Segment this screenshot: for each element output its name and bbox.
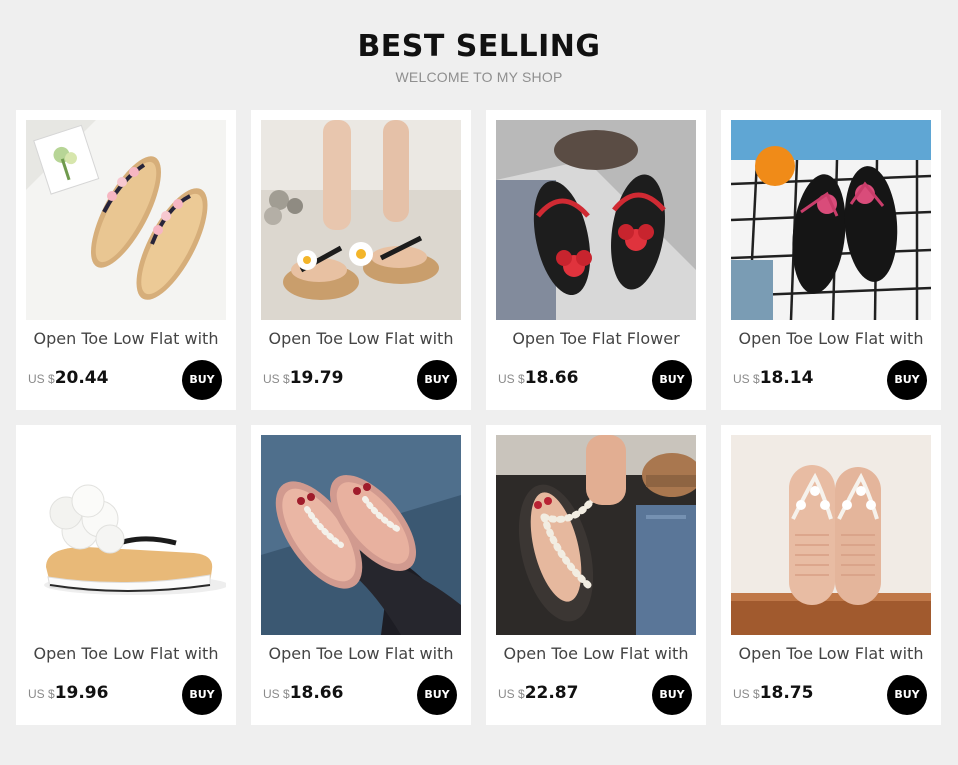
product-name[interactable]: Open Toe Low Flat with <box>721 329 941 348</box>
product-card[interactable]: Open Toe Low Flat with US $18.75 BUY <box>721 425 941 725</box>
buy-button[interactable]: BUY <box>887 675 927 715</box>
product-grid: Open Toe Low Flat with US $20.44 BUY Ope… <box>16 110 942 725</box>
flower-strap-flip-flops-icon <box>26 120 226 320</box>
price-currency: US $ <box>263 687 290 701</box>
price-amount: 18.66 <box>289 683 344 703</box>
product-card[interactable]: Open Toe Low Flat with US $18.14 BUY <box>721 110 941 410</box>
product-price: US $19.96 <box>28 683 108 703</box>
product-card[interactable]: Open Toe Low Flat with US $19.79 BUY <box>251 110 471 410</box>
price-amount: 22.87 <box>524 683 579 703</box>
price-currency: US $ <box>733 372 760 386</box>
price-currency: US $ <box>28 687 55 701</box>
product-image[interactable] <box>496 435 696 635</box>
price-amount: 18.66 <box>524 368 579 388</box>
beaded-thong-sandals-icon <box>496 435 696 635</box>
price-currency: US $ <box>28 372 55 386</box>
product-image[interactable] <box>26 120 226 320</box>
price-currency: US $ <box>263 372 290 386</box>
daisy-flip-flops-icon <box>261 120 461 320</box>
buy-button[interactable]: BUY <box>652 360 692 400</box>
product-price: US $18.66 <box>498 368 578 388</box>
product-price: US $22.87 <box>498 683 578 703</box>
product-image[interactable] <box>261 435 461 635</box>
section-header: BEST SELLING WELCOME TO MY SHOP <box>0 28 958 85</box>
buy-button[interactable]: BUY <box>887 360 927 400</box>
price-currency: US $ <box>733 687 760 701</box>
product-name[interactable]: Open Toe Flat Flower <box>486 329 706 348</box>
price-currency: US $ <box>498 687 525 701</box>
price-amount: 20.44 <box>54 368 109 388</box>
product-card[interactable]: Open Toe Low Flat with US $19.96 BUY <box>16 425 236 725</box>
buy-button[interactable]: BUY <box>417 675 457 715</box>
red-flower-sandals-icon <box>496 120 696 320</box>
product-card[interactable]: Open Toe Flat Flower US $18.66 BUY <box>486 110 706 410</box>
product-card[interactable]: Open Toe Low Flat with US $18.66 BUY <box>251 425 471 725</box>
price-amount: 19.96 <box>54 683 109 703</box>
page-title: BEST SELLING <box>357 29 601 64</box>
product-card[interactable]: Open Toe Low Flat with US $20.44 BUY <box>16 110 236 410</box>
product-name[interactable]: Open Toe Low Flat with <box>251 644 471 663</box>
product-price: US $18.14 <box>733 368 813 388</box>
product-price: US $18.66 <box>263 683 343 703</box>
buy-button[interactable]: BUY <box>652 675 692 715</box>
buy-button[interactable]: BUY <box>417 360 457 400</box>
product-image[interactable] <box>731 120 931 320</box>
product-name[interactable]: Open Toe Low Flat with <box>721 644 941 663</box>
product-price: US $18.75 <box>733 683 813 703</box>
price-currency: US $ <box>498 372 525 386</box>
white-flower-slipper-icon <box>26 435 226 635</box>
product-image[interactable] <box>496 120 696 320</box>
pink-flower-flip-flops-icon <box>731 435 931 635</box>
product-image[interactable] <box>261 120 461 320</box>
product-image[interactable] <box>26 435 226 635</box>
product-price: US $19.79 <box>263 368 343 388</box>
price-amount: 18.14 <box>759 368 814 388</box>
product-price: US $20.44 <box>28 368 108 388</box>
product-name[interactable]: Open Toe Low Flat with <box>16 329 236 348</box>
product-image[interactable] <box>731 435 931 635</box>
buy-button[interactable]: BUY <box>182 360 222 400</box>
product-name[interactable]: Open Toe Low Flat with <box>251 329 471 348</box>
product-name[interactable]: Open Toe Low Flat with <box>486 644 706 663</box>
buy-button[interactable]: BUY <box>182 675 222 715</box>
price-amount: 18.75 <box>759 683 814 703</box>
page-subtitle: WELCOME TO MY SHOP <box>395 69 563 85</box>
pool-flip-flops-icon <box>731 120 931 320</box>
pearl-thong-sandals-icon <box>261 435 461 635</box>
product-name[interactable]: Open Toe Low Flat with <box>16 644 236 663</box>
price-amount: 19.79 <box>289 368 344 388</box>
product-card[interactable]: Open Toe Low Flat with US $22.87 BUY <box>486 425 706 725</box>
